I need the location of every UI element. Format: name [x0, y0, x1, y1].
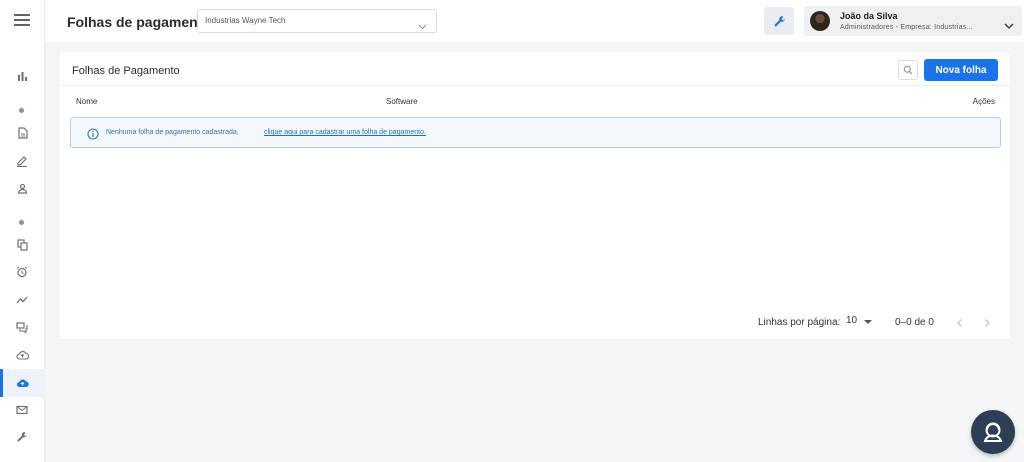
next-page-button[interactable] — [981, 316, 993, 328]
chevron-right-icon — [985, 319, 990, 327]
user-name: João da Silva — [840, 11, 898, 21]
section-dot — [19, 108, 24, 113]
card-title: Folhas de Pagamento — [72, 65, 180, 77]
empty-state-alert: Nenhuma folha de pagamento cadastrada, c… — [70, 117, 1001, 148]
column-header-acoes: Ações — [972, 97, 995, 106]
cloud-upload-icon[interactable] — [12, 345, 32, 365]
rows-per-page-value: 10 — [846, 315, 858, 326]
bar-chart-icon[interactable] — [12, 66, 32, 86]
document-icon[interactable] — [12, 123, 32, 143]
cloud-upload-icon[interactable] — [12, 373, 32, 393]
help-chat-button[interactable] — [971, 410, 1015, 454]
info-icon — [87, 127, 99, 145]
top-header: Folhas de pagamento Industrias Wayne Tec… — [45, 0, 1024, 42]
company-select[interactable]: Industrias Wayne Tech — [197, 9, 437, 33]
wrench-icon — [773, 15, 785, 27]
company-select-value: Industrias Wayne Tech — [205, 16, 286, 25]
payroll-card: Folhas de Pagamento Nova folha Nome Soft… — [59, 52, 1010, 339]
hamburger-menu-icon[interactable] — [11, 11, 33, 31]
section-dot — [19, 220, 24, 225]
create-payroll-link[interactable]: clique aqui para cadastrar uma folha de … — [264, 129, 426, 136]
chevron-left-icon — [957, 319, 962, 327]
edit-icon[interactable] — [12, 151, 32, 171]
pagination-range: 0–0 de 0 — [895, 317, 934, 328]
empty-state-message: Nenhuma folha de pagamento cadastrada, — [106, 129, 239, 136]
column-header-nome[interactable]: Nome — [76, 97, 97, 106]
new-payroll-button[interactable]: Nova folha — [924, 59, 998, 81]
trend-icon[interactable] — [12, 290, 32, 310]
column-header-software[interactable]: Software — [386, 97, 418, 106]
mail-icon[interactable] — [12, 400, 32, 420]
caret-down-icon — [864, 320, 872, 324]
page-title: Folhas de pagamento — [67, 14, 211, 30]
search-button[interactable] — [898, 60, 918, 80]
chevron-down-icon — [418, 17, 427, 35]
user-menu[interactable]: João da Silva Administradores - Empresa:… — [804, 6, 1022, 36]
rows-per-page-label: Linhas por página: — [758, 317, 841, 328]
chevron-down-icon — [1004, 16, 1014, 34]
user-role: Administradores - Empresa: Industrias... — [840, 24, 973, 31]
avatar — [810, 11, 830, 31]
copy-icon[interactable] — [12, 235, 32, 255]
alarm-icon[interactable] — [12, 262, 32, 282]
divider — [59, 85, 1010, 86]
sidebar — [0, 0, 45, 462]
search-icon — [903, 65, 913, 75]
rows-per-page-select[interactable]: 10 — [846, 315, 874, 329]
support-agent-icon — [983, 422, 1003, 442]
user-icon[interactable] — [12, 178, 32, 198]
previous-page-button[interactable] — [954, 316, 966, 328]
chat-icon[interactable] — [12, 317, 32, 337]
settings-tool-button[interactable] — [764, 7, 794, 35]
wrench-icon[interactable] — [12, 427, 32, 447]
